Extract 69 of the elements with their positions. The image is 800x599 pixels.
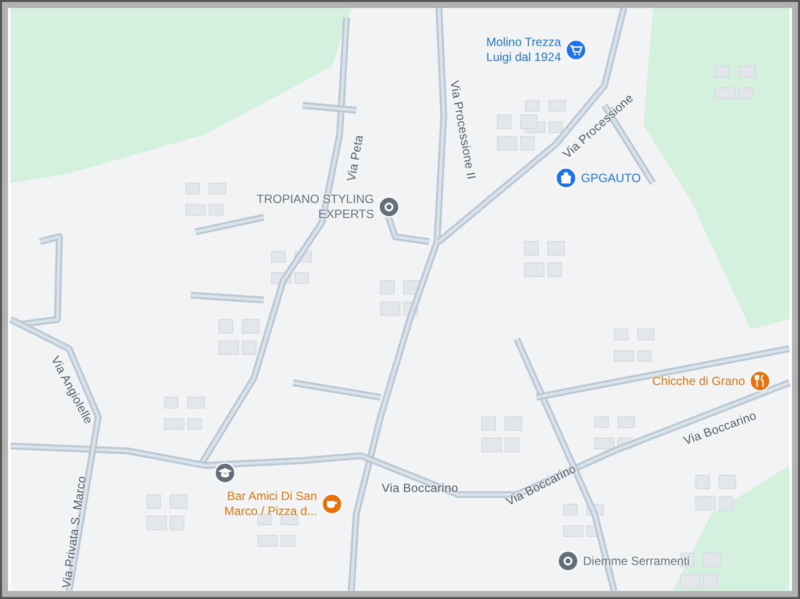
building	[170, 494, 188, 509]
building	[504, 416, 522, 431]
bag-icon[interactable]	[555, 167, 577, 189]
place-label[interactable]: GPGAUTO	[581, 170, 671, 186]
building	[218, 318, 234, 334]
building	[504, 438, 520, 452]
street-label: Via Boccarino	[382, 481, 458, 495]
building	[146, 516, 167, 530]
building	[208, 204, 224, 216]
building	[242, 318, 260, 334]
building	[548, 100, 566, 112]
building	[547, 241, 565, 256]
building	[525, 100, 540, 112]
building	[637, 350, 652, 362]
building	[547, 262, 562, 278]
building	[618, 416, 636, 428]
building	[218, 340, 239, 355]
building	[594, 416, 609, 428]
building	[280, 535, 296, 547]
pin-icon[interactable]	[378, 196, 400, 218]
building	[524, 262, 545, 278]
building	[481, 416, 496, 431]
building	[548, 121, 564, 134]
building	[563, 525, 584, 537]
building	[170, 516, 184, 530]
building	[481, 438, 502, 452]
building	[257, 514, 272, 526]
place-label[interactable]: Bar Amici Di San Marco / Pizza d...	[197, 489, 317, 519]
cart-icon[interactable]	[565, 39, 587, 61]
place-label[interactable]: Molino Trezza Luigi dal 1924	[461, 35, 561, 65]
building	[594, 438, 615, 450]
building	[380, 301, 400, 316]
building	[496, 136, 518, 151]
building	[380, 280, 395, 295]
building	[614, 350, 634, 362]
building	[185, 182, 200, 194]
building	[496, 114, 512, 130]
building	[164, 396, 179, 408]
building	[146, 494, 162, 509]
street-label: Via Processione II	[447, 80, 479, 180]
building	[185, 204, 206, 216]
street-label: Via Privata S. Marco	[59, 475, 89, 589]
place-label[interactable]: Chicche di Grano	[625, 374, 745, 388]
building	[271, 250, 286, 263]
building	[257, 535, 278, 547]
building	[187, 396, 205, 408]
building	[187, 418, 202, 430]
building	[294, 272, 309, 284]
graduation-cap-icon[interactable]	[214, 462, 236, 484]
building	[208, 182, 226, 194]
building	[718, 496, 734, 511]
place-label[interactable]: TROPIANO STYLING EXPERTS	[244, 192, 374, 222]
building	[164, 418, 184, 430]
building	[614, 328, 628, 340]
building	[680, 574, 700, 589]
pin-icon[interactable]	[557, 550, 579, 572]
building	[242, 340, 256, 355]
building	[520, 114, 538, 130]
building	[520, 136, 535, 151]
building	[524, 241, 539, 256]
street-label: Via Peta	[344, 134, 366, 182]
building	[695, 496, 716, 511]
building	[563, 504, 578, 516]
cup-icon[interactable]	[321, 493, 343, 515]
building	[718, 474, 736, 490]
building	[695, 474, 710, 490]
building	[637, 328, 655, 340]
place-label[interactable]: Diemme Serramenti	[583, 554, 733, 568]
fork-knife-icon[interactable]	[749, 370, 771, 392]
